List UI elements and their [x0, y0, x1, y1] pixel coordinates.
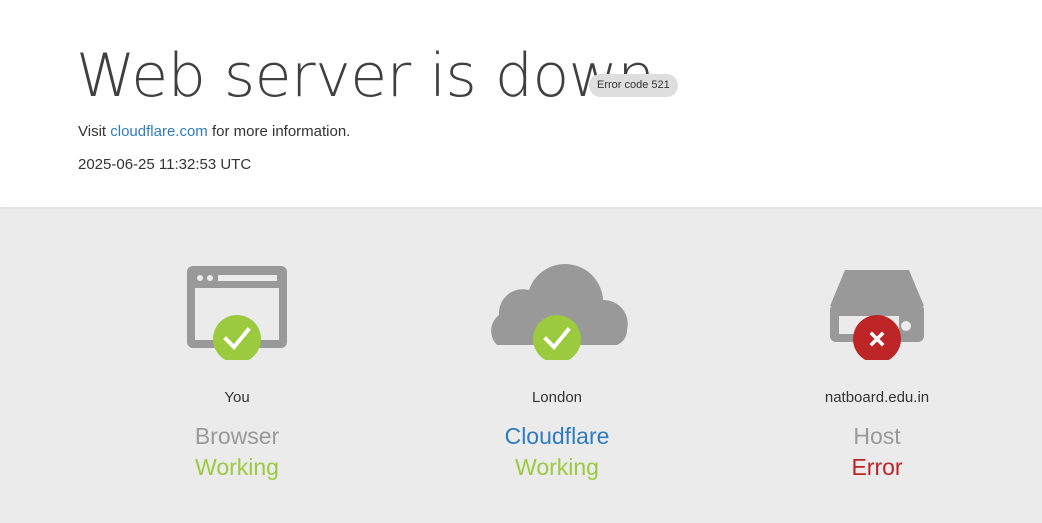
- location-label: London: [531, 389, 583, 406]
- timestamp: 2025-06-25 11:32:53 UTC: [78, 156, 252, 173]
- status-column-host: natboard.edu.in Host Error: [757, 260, 997, 500]
- cloud-icon: [491, 264, 628, 360]
- cloudflare-link[interactable]: cloudflare.com: [110, 123, 208, 140]
- status-label: Working: [515, 454, 599, 480]
- visit-text: Visit cloudflare.com for more informatio…: [78, 123, 350, 140]
- kind-label: Browser: [194, 423, 280, 449]
- status-column-browser: You Browser Working: [117, 260, 357, 500]
- cloudflare-kind-link[interactable]: Cloudflare: [437, 423, 677, 450]
- visit-suffix: for more information.: [211, 123, 351, 140]
- status-column-cloudflare: London Cloudflare Working: [437, 260, 677, 500]
- kind-label: Host: [853, 423, 901, 449]
- status-label: Working: [195, 454, 279, 480]
- server-icon: [830, 270, 924, 360]
- error-code-badge: Error code 521: [589, 74, 678, 97]
- status-label: Error: [851, 454, 903, 480]
- browser-icon: [187, 266, 287, 360]
- page-title: Web server is down: [76, 41, 655, 111]
- header-section: Web server is down Error code 521 Visit …: [0, 0, 1042, 207]
- location-label: You: [224, 389, 250, 406]
- visit-prefix: Visit: [78, 123, 107, 140]
- location-label: natboard.edu.in: [824, 389, 930, 406]
